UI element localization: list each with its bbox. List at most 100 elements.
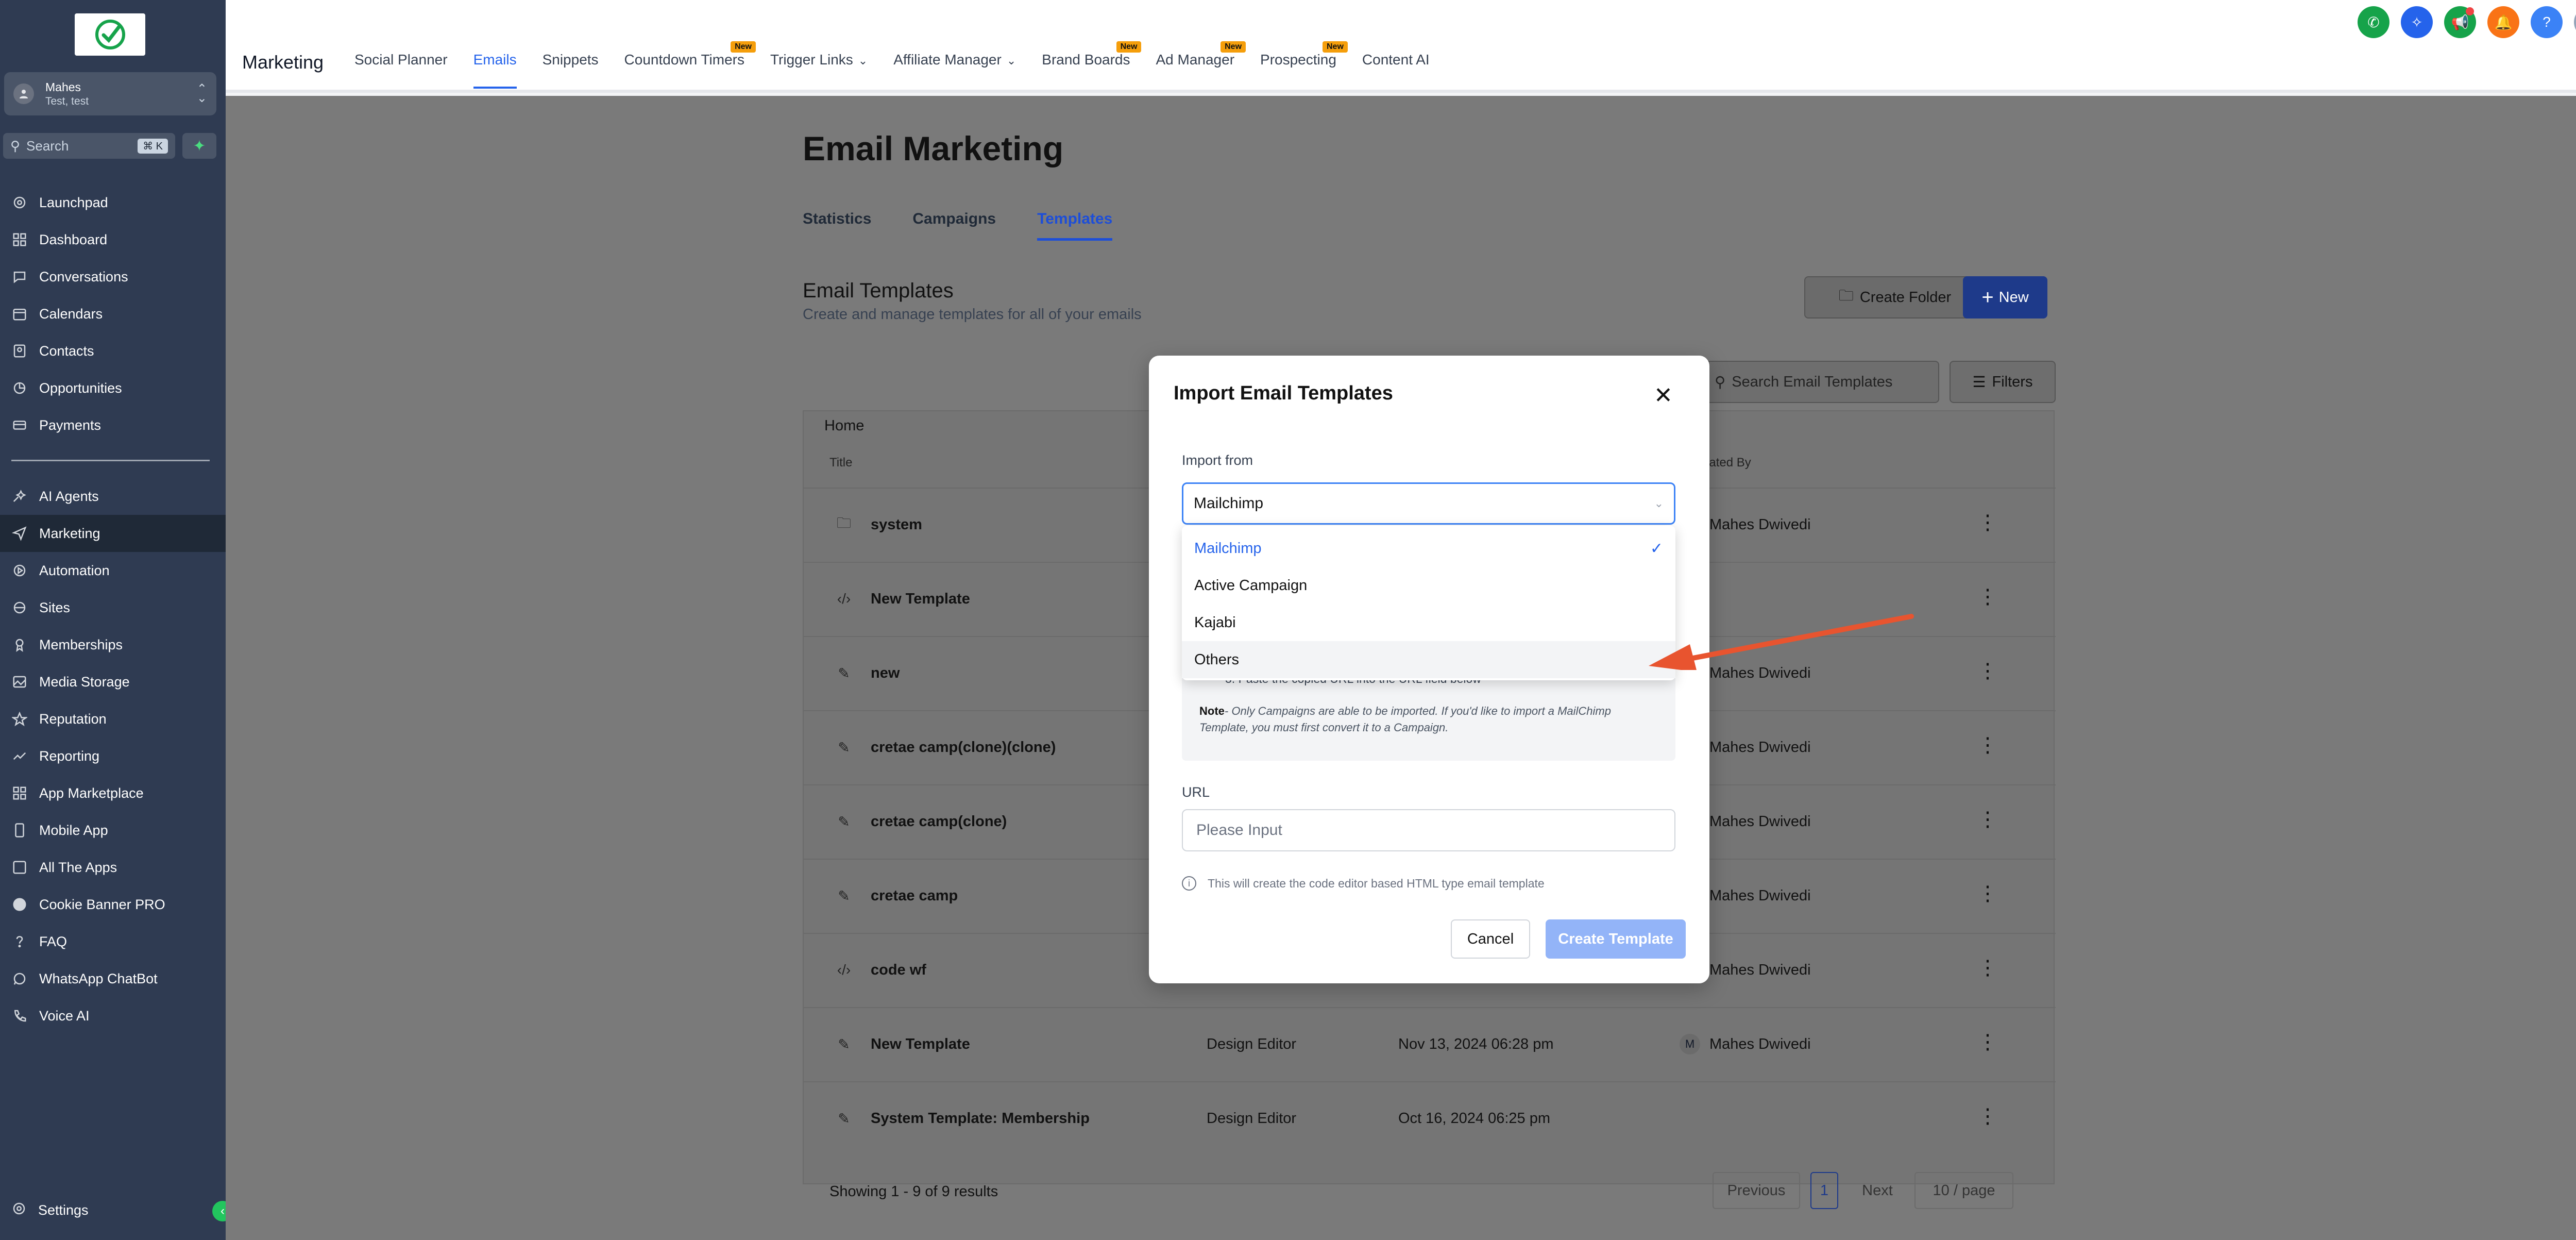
- sidebar-item-whatsapp-chatbot[interactable]: WhatsApp ChatBot: [0, 960, 226, 997]
- tab-prospecting[interactable]: Prospecting New: [1260, 41, 1348, 89]
- tab-statistics[interactable]: Statistics: [803, 210, 871, 241]
- sidebar-item-label: Reporting: [39, 748, 100, 764]
- header-title: Title: [829, 456, 853, 470]
- sidebar-item-ai-agents[interactable]: AI Agents: [0, 478, 226, 515]
- more-options-icon[interactable]: ⋮: [1977, 587, 1998, 607]
- sidebar-item-conversations[interactable]: Conversations: [0, 258, 226, 295]
- memberships-icon: [11, 636, 28, 653]
- url-input[interactable]: Please Input: [1182, 809, 1675, 851]
- url-label: URL: [1182, 784, 1210, 800]
- row-type: Design Editor: [1207, 1110, 1297, 1127]
- more-options-icon[interactable]: ⋮: [1977, 1106, 1998, 1127]
- sidebar-item-media-storage[interactable]: Media Storage: [0, 663, 226, 700]
- new-badge: New: [1323, 41, 1348, 53]
- bell-icon[interactable]: 🔔: [2487, 6, 2519, 38]
- tab-emails[interactable]: Emails: [473, 52, 517, 89]
- breadcrumb[interactable]: Home: [824, 417, 864, 434]
- sidebar-item-opportunities[interactable]: Opportunities: [0, 370, 226, 407]
- tab-campaigns[interactable]: Campaigns: [912, 210, 996, 241]
- sidebar-item-all-the-apps[interactable]: All The Apps: [0, 849, 226, 886]
- magic-icon[interactable]: ✧: [2401, 6, 2433, 38]
- sidebar-item-label: Dashboard: [39, 231, 108, 247]
- sidebar-item-automation[interactable]: Automation: [0, 552, 226, 589]
- sidebar-item-dashboard[interactable]: Dashboard: [0, 221, 226, 258]
- tab-templates[interactable]: Templates: [1037, 210, 1113, 241]
- more-options-icon[interactable]: ⋮: [1977, 512, 1998, 533]
- tab-brand-boards[interactable]: Brand Boards New: [1042, 41, 1142, 89]
- voice-icon: [11, 1008, 28, 1024]
- create-template-button[interactable]: Create Template: [1546, 919, 1686, 959]
- sidebar-item-app-marketplace[interactable]: App Marketplace: [0, 775, 226, 812]
- gear-icon: [11, 1201, 38, 1220]
- avatar[interactable]: MD: [2574, 6, 2576, 38]
- new-badge: New: [1116, 41, 1142, 53]
- tab-snippets[interactable]: Snippets: [543, 52, 599, 89]
- close-icon[interactable]: ✕: [1654, 384, 1673, 407]
- tab-affiliate-manager[interactable]: Affiliate Manager ⌄: [893, 52, 1016, 89]
- sidebar-item-voice-ai[interactable]: Voice AI: [0, 997, 226, 1034]
- sidebar-item-memberships[interactable]: Memberships: [0, 626, 226, 663]
- sidebar-item-payments[interactable]: Payments: [0, 407, 226, 444]
- more-options-icon[interactable]: ⋮: [1977, 809, 1998, 830]
- tab-trigger-links[interactable]: Trigger Links ⌄: [770, 52, 868, 89]
- help-icon[interactable]: ?: [2531, 6, 2563, 38]
- sidebar-search[interactable]: ⚲ Search ⌘ K: [3, 133, 175, 159]
- option-others[interactable]: Others: [1182, 641, 1675, 678]
- sidebar-item-label: AI Agents: [39, 488, 99, 504]
- tab-label: Emails: [473, 52, 517, 68]
- code-icon: ‹/›: [837, 962, 851, 978]
- sidebar-item-contacts[interactable]: Contacts: [0, 332, 226, 370]
- more-options-icon[interactable]: ⋮: [1977, 958, 1998, 978]
- more-options-icon[interactable]: ⋮: [1977, 661, 1998, 681]
- megaphone-icon[interactable]: 📢: [2444, 6, 2476, 38]
- page-1-button[interactable]: 1: [1810, 1172, 1838, 1209]
- next-button[interactable]: Next: [1851, 1172, 1904, 1209]
- filter-icon: ☰: [1972, 374, 1986, 391]
- import-from-select[interactable]: Mailchimp ⌄: [1182, 482, 1675, 525]
- sidebar-item-cookie-banner-pro[interactable]: Cookie Banner PRO: [0, 886, 226, 923]
- more-options-icon[interactable]: ⋮: [1977, 883, 1998, 904]
- option-mailchimp[interactable]: Mailchimp ✓: [1182, 530, 1675, 567]
- account-switcher[interactable]: Mahes Test, test ⌃ ⌄: [4, 72, 216, 115]
- previous-button[interactable]: Previous: [1713, 1172, 1800, 1209]
- tab-label: Prospecting: [1260, 52, 1336, 68]
- table-row[interactable]: ✎ New Template Design Editor Nov 13, 2024 0…: [804, 1007, 2056, 1081]
- option-kajabi[interactable]: Kajabi: [1182, 604, 1675, 641]
- new-template-button[interactable]: + New: [1963, 276, 2047, 319]
- tab-ad-manager[interactable]: Ad Manager New: [1156, 41, 1246, 89]
- per-page-select[interactable]: 10 / page: [1914, 1172, 2013, 1209]
- filters-button[interactable]: ☰ Filters: [1950, 361, 2056, 403]
- pencil-icon: ✎: [838, 665, 850, 681]
- sidebar-divider: [11, 460, 210, 461]
- sidebar-item-sites[interactable]: Sites: [0, 589, 226, 626]
- sidebar-item-settings[interactable]: Settings: [0, 1192, 226, 1229]
- cancel-button[interactable]: Cancel: [1451, 919, 1530, 959]
- sidebar-item-launchpad[interactable]: Launchpad: [0, 184, 226, 221]
- option-active-campaign[interactable]: Active Campaign: [1182, 567, 1675, 604]
- sidebar-item-marketing[interactable]: Marketing: [0, 515, 226, 552]
- tab-label: Social Planner: [354, 52, 448, 68]
- tab-countdown-timers[interactable]: Countdown Timers New: [624, 41, 756, 89]
- tab-content-ai[interactable]: Content AI: [1362, 52, 1430, 89]
- sidebar-item-label: WhatsApp ChatBot: [39, 970, 158, 986]
- sidebar-item-faq[interactable]: FAQ: [0, 923, 226, 960]
- tab-social-planner[interactable]: Social Planner: [354, 52, 448, 89]
- phone-icon[interactable]: ✆: [2358, 6, 2389, 38]
- sidebar-item-reporting[interactable]: Reporting: [0, 738, 226, 775]
- ai-spark-button[interactable]: ✦: [182, 133, 216, 159]
- more-options-icon[interactable]: ⋮: [1977, 735, 1998, 756]
- sidebar-item-calendars[interactable]: Calendars: [0, 295, 226, 332]
- create-folder-button[interactable]: 🗀 Create Folder: [1804, 276, 1986, 319]
- table-row[interactable]: ✎ System Template: Membership Design Edito…: [804, 1081, 2056, 1155]
- option-label: Active Campaign: [1194, 577, 1308, 594]
- sidebar-item-label: All The Apps: [39, 859, 117, 875]
- row-title: code wf: [871, 962, 926, 978]
- sidebar-item-mobile-app[interactable]: Mobile App: [0, 812, 226, 849]
- results-count: Showing 1 - 9 of 9 results: [829, 1183, 998, 1200]
- account-sub: Test, test: [45, 95, 89, 107]
- grid-icon: [11, 785, 28, 801]
- more-options-icon[interactable]: ⋮: [1977, 1032, 1998, 1052]
- payments-icon: [11, 417, 28, 433]
- search-templates-input[interactable]: ⚲ Search Email Templates: [1703, 361, 1939, 403]
- sidebar-item-reputation[interactable]: Reputation: [0, 700, 226, 738]
